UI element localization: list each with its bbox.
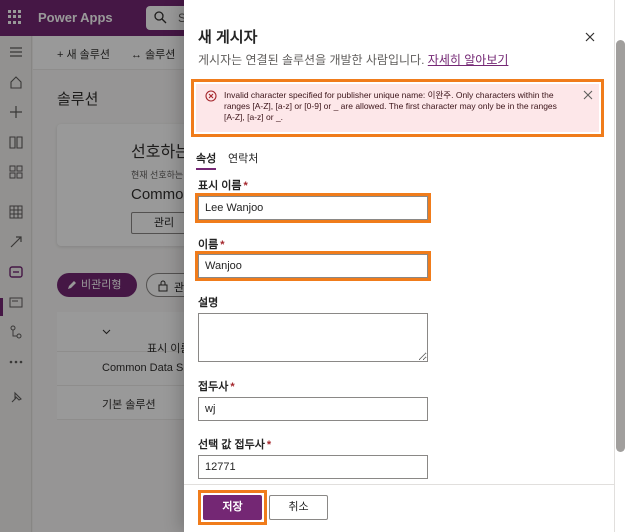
prefix-input[interactable]	[198, 397, 428, 421]
required-mark: *	[266, 439, 272, 451]
name-input[interactable]	[198, 254, 428, 278]
description-textarea[interactable]	[198, 313, 428, 362]
description-label: 설명	[198, 297, 219, 309]
option-prefix-label-text: 선택 값 접두사	[198, 439, 265, 451]
error-highlight	[191, 79, 604, 137]
close-icon[interactable]	[583, 30, 597, 44]
required-mark: *	[230, 381, 235, 393]
display-name-label-text: 표시 이름	[198, 180, 242, 192]
panel-subtitle-text: 게시자는 연결된 솔루션을 개발한 사람입니다.	[198, 53, 425, 67]
required-mark: *	[243, 180, 248, 192]
footer-divider	[184, 484, 614, 485]
scrollbar-thumb[interactable]	[616, 40, 625, 452]
new-publisher-panel: 새 게시자 게시자는 연결된 솔루션을 개발한 사람입니다. 자세히 알아보기 …	[184, 0, 614, 532]
display-name-label: 표시 이름 *	[198, 177, 248, 193]
save-button[interactable]: 저장	[203, 495, 262, 520]
display-name-input[interactable]	[198, 196, 428, 220]
cancel-button[interactable]: 취소	[269, 495, 328, 520]
panel-subtitle: 게시자는 연결된 솔루션을 개발한 사람입니다. 자세히 알아보기	[198, 51, 508, 68]
required-mark: *	[220, 239, 225, 251]
panel-title: 새 게시자	[198, 29, 258, 46]
prefix-label: 접두사 *	[198, 378, 235, 394]
option-prefix-input[interactable]	[198, 455, 428, 479]
learn-more-link[interactable]: 자세히 알아보기	[428, 53, 509, 67]
prefix-label-text: 접두사	[198, 381, 229, 393]
option-prefix-label: 선택 값 접두사 *	[198, 436, 271, 452]
name-label: 이름 *	[198, 236, 225, 252]
tab-contact[interactable]: 연락처	[228, 150, 258, 166]
tab-properties[interactable]: 속성	[196, 150, 217, 170]
name-label-text: 이름	[198, 239, 219, 251]
